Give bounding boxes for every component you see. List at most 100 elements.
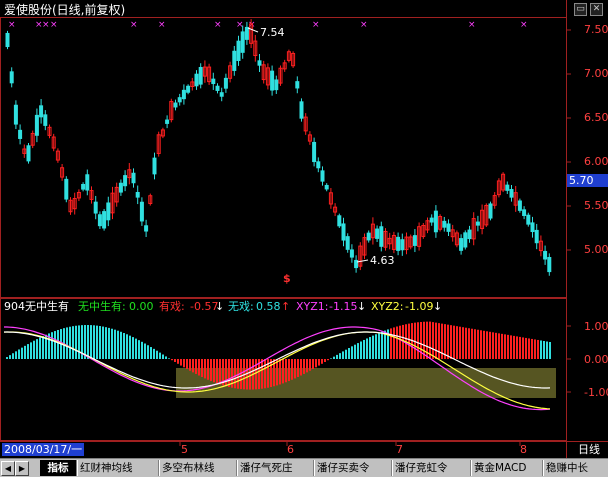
wzsy-value: 0.00 xyxy=(129,300,154,313)
candle-body xyxy=(152,157,157,175)
ind-axis-label-1: 1.00 xyxy=(584,320,608,333)
tab-qisizhuang[interactable]: 潘仔气死庄 xyxy=(238,460,295,476)
down-arrow-icon: ↓ xyxy=(215,300,225,313)
tab-bollinger[interactable]: 多空布林线 xyxy=(160,460,217,476)
signal-marker-icon: × xyxy=(520,20,528,30)
tab-wenzhuan[interactable]: 稳赚中长 xyxy=(544,460,590,476)
candle-body xyxy=(345,236,350,250)
candle-body xyxy=(475,221,480,226)
candle-body xyxy=(379,226,384,247)
candle-body xyxy=(102,211,107,229)
price-label-700: 7.00 xyxy=(584,67,608,80)
candle-body xyxy=(295,81,300,89)
candle-body xyxy=(316,161,321,169)
candle-body xyxy=(211,78,216,85)
candle-body xyxy=(412,235,417,246)
month-label-5: 5 xyxy=(181,443,188,456)
signal-marker-icon: × xyxy=(130,20,138,30)
candle-body xyxy=(337,215,342,227)
wuxi-value: 0.58 xyxy=(256,300,281,313)
candle-body xyxy=(366,232,371,241)
candle-body xyxy=(118,182,123,193)
chart-window: × × × × × × × × × × × × × 爱使股份(日线,前复权) ▭ ✕ 7.50 7.00… xyxy=(0,0,608,477)
up-arrow-icon: ↑ xyxy=(281,300,291,313)
tab-scroll-right-icon[interactable]: ▶ xyxy=(15,461,29,476)
period-label[interactable]: 日线 xyxy=(578,443,600,456)
window-title: 爱使股份(日线,前复权) xyxy=(4,3,126,17)
close-icon[interactable]: ✕ xyxy=(590,3,603,16)
price-label-500: 5.00 xyxy=(584,243,608,256)
month-label-8: 8 xyxy=(520,443,527,456)
candle-body xyxy=(547,257,552,273)
candle-body xyxy=(26,145,31,162)
candle-body xyxy=(144,225,149,232)
candle-body xyxy=(400,239,405,251)
candle-body xyxy=(198,66,203,85)
ind-axis-label-neg1: -1.00 xyxy=(584,386,608,399)
month-label-6: 6 xyxy=(287,443,294,456)
candle-body xyxy=(517,200,522,211)
candle-body xyxy=(9,71,14,84)
candle-body xyxy=(270,70,275,91)
signal-marker-icon: × xyxy=(214,20,222,30)
candle-body xyxy=(349,249,354,258)
candle-body xyxy=(446,223,451,232)
candle-body xyxy=(509,189,514,198)
candle-body xyxy=(505,184,510,191)
candle-body xyxy=(43,114,48,126)
candle-body xyxy=(135,191,140,198)
down-arrow-icon: ↓ xyxy=(357,300,367,313)
signal-marker-icon: × xyxy=(8,20,16,30)
start-date-label: 2008/03/17/一 xyxy=(2,443,85,456)
youxi-label: 有戏: xyxy=(159,300,185,313)
tab-scroll-left-icon[interactable]: ◀ xyxy=(1,461,15,476)
current-price-badge: 5.70 xyxy=(567,174,608,187)
candle-body xyxy=(522,209,527,216)
tab-red-god-ma[interactable]: 红财神均线 xyxy=(78,460,135,476)
candle-body xyxy=(97,214,102,227)
kline-chart[interactable]: × × × × × × × × × × × × × xyxy=(0,0,608,476)
candle-body xyxy=(320,170,325,182)
candle-body xyxy=(194,73,199,87)
main-panel-frame xyxy=(0,17,567,298)
tab-jinghongling[interactable]: 潘仔竞虹令 xyxy=(393,460,450,476)
candle-body xyxy=(488,203,493,219)
candle-body xyxy=(131,172,136,184)
candle-body xyxy=(177,97,182,103)
candle-body xyxy=(165,119,170,124)
ind-axis-label-0: 0.00 xyxy=(584,353,608,366)
candle-body xyxy=(85,174,90,191)
signal-marker-icon: × xyxy=(158,20,166,30)
candle-body xyxy=(215,85,220,91)
tab-gold-macd[interactable]: 黄金MACD xyxy=(472,460,528,476)
candle-body xyxy=(324,184,329,190)
candle-body xyxy=(5,32,10,48)
candle-body xyxy=(34,114,39,136)
high-price-marker: 7.54 xyxy=(260,26,285,39)
candle-body xyxy=(219,92,224,97)
indicator-tab-bar: ◀ ▶ 指标 红财神均线 多空布林线 潘仔气死庄 潘仔买卖令 潘仔竞虹令 黄金M… xyxy=(0,458,608,477)
candle-body xyxy=(81,183,86,190)
minimize-icon[interactable]: ▭ xyxy=(574,3,587,16)
wzsy-label: 无中生有: xyxy=(78,300,126,313)
candle-body xyxy=(181,89,186,100)
price-label-750: 7.50 xyxy=(584,23,608,36)
tab-indicator[interactable]: 指标 xyxy=(40,460,76,476)
candle-body xyxy=(375,228,380,239)
xyz1-value: -1.15 xyxy=(329,300,358,313)
candle-body xyxy=(240,31,245,53)
candle-body xyxy=(236,40,241,62)
candle-body xyxy=(223,77,228,89)
candle-body xyxy=(123,175,128,187)
indicator-name[interactable]: 904无中生有 xyxy=(4,300,69,313)
tab-maimailing[interactable]: 潘仔买卖令 xyxy=(315,460,372,476)
down-arrow-icon: ↓ xyxy=(433,300,443,313)
candle-body xyxy=(106,202,111,221)
xyz2-label: XYZ2: xyxy=(371,300,404,313)
candle-body xyxy=(64,178,69,200)
candle-body xyxy=(463,232,468,248)
signal-marker-icon: × xyxy=(312,20,320,30)
candle-body xyxy=(543,250,548,260)
candle-body xyxy=(173,102,178,108)
candle-body xyxy=(396,236,401,251)
